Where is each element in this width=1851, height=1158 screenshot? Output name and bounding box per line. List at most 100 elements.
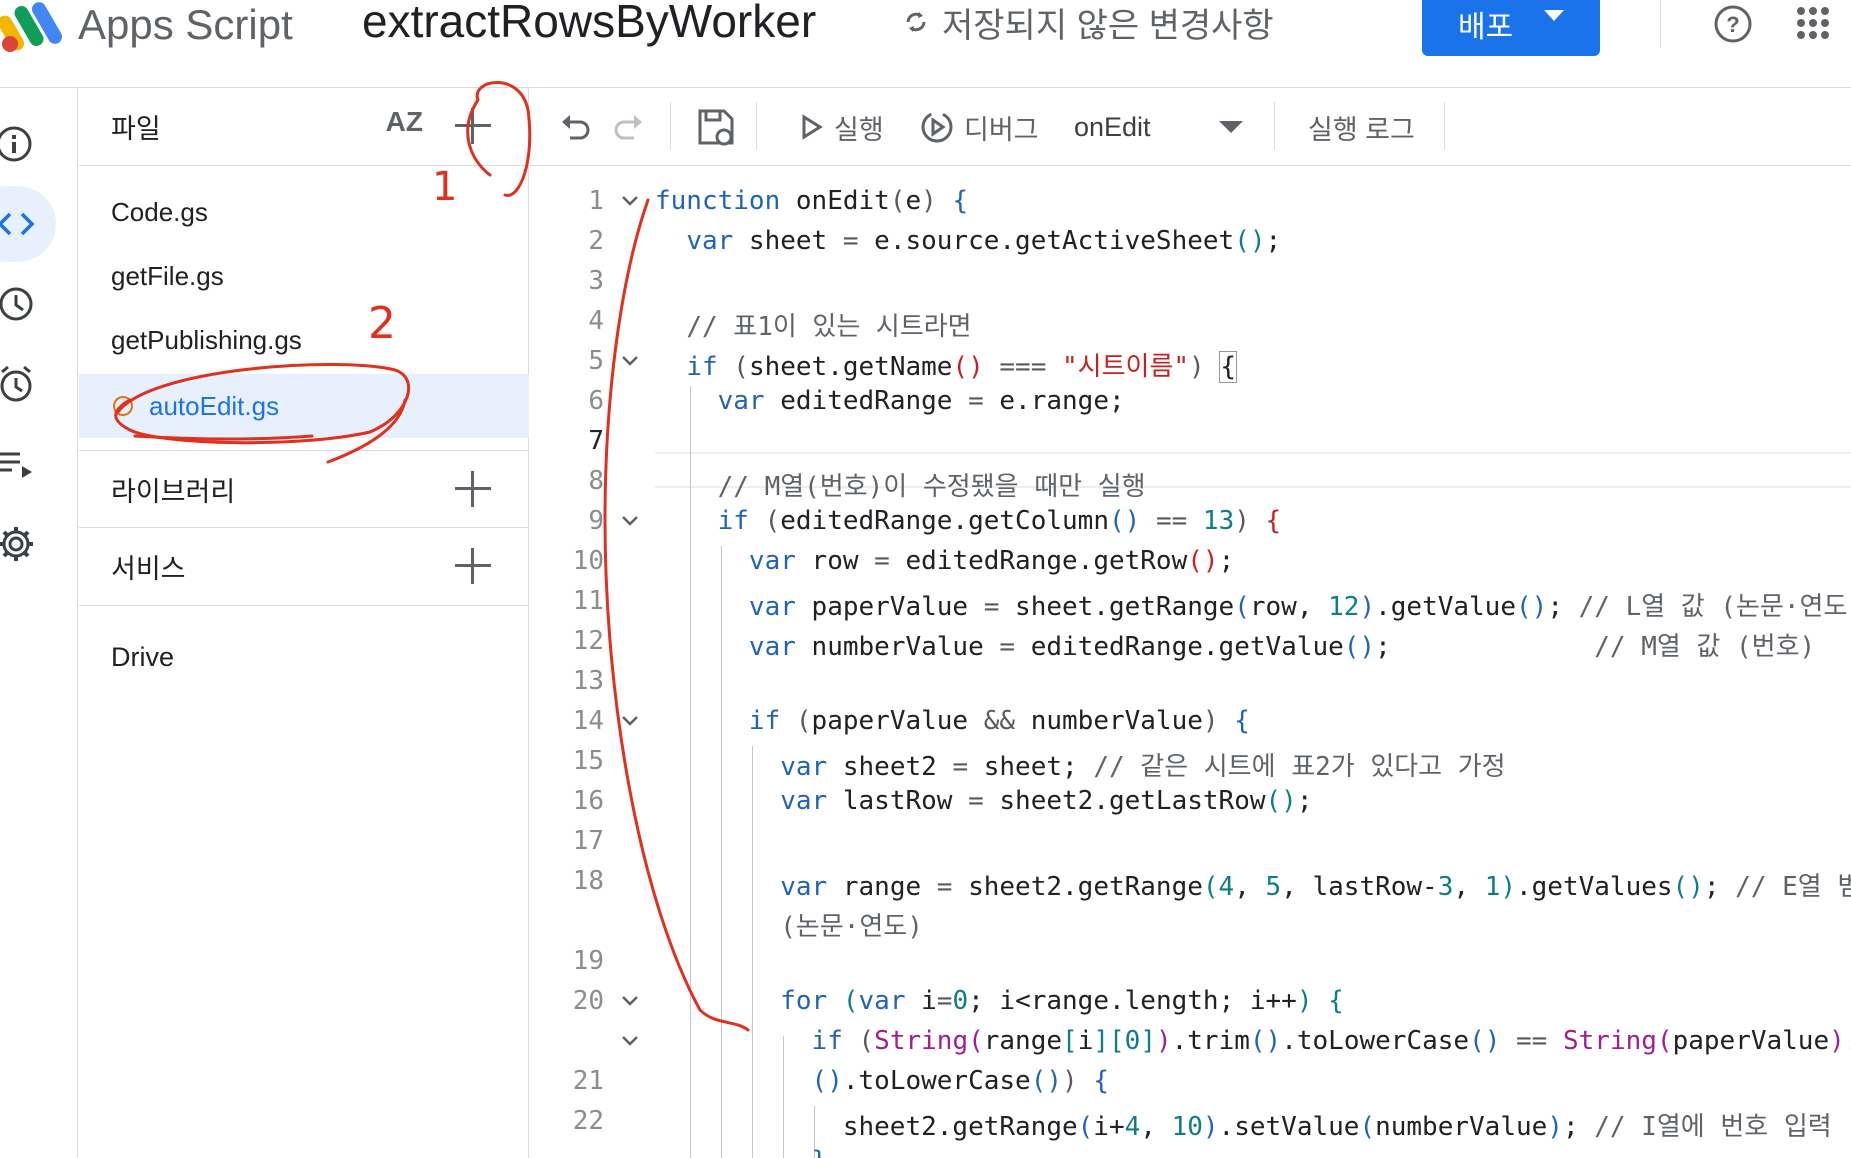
divider — [1274, 102, 1275, 150]
file-item[interactable]: Code.gs — [79, 180, 529, 244]
divider — [670, 102, 671, 150]
save-icon — [698, 109, 734, 146]
settings-icon[interactable] — [0, 524, 36, 564]
history-icon[interactable] — [0, 284, 36, 324]
code-line: if (editedRange.getColumn() == 13) { — [717, 506, 1282, 536]
line-number: 6 — [588, 386, 604, 416]
code-line: sheet2.getRange(i+4, 10).setValue(number… — [655, 1112, 1832, 1142]
apps-script-editor: Apps Script extractRowsByWorker 저장되지 않은 … — [0, 0, 1851, 1158]
redo-button[interactable] — [612, 88, 646, 166]
line-number: 14 — [572, 706, 604, 736]
execution-log-label: 실행 로그 — [1308, 114, 1415, 145]
line-number: 13 — [572, 666, 604, 696]
code-line: var sheet2 = sheet; // 같은 시트에 표2가 있다고 가정 — [780, 752, 1506, 782]
google-apps-icon[interactable] — [1796, 6, 1830, 40]
line-number: 10 — [572, 546, 604, 576]
code-line: // 표1이 있는 시트라면 — [686, 312, 972, 342]
file-item-active[interactable]: autoEdit.gs — [79, 374, 529, 438]
execution-log-button[interactable]: 실행 로그 — [1308, 88, 1415, 166]
line-number: 16 — [572, 786, 604, 816]
line-number: 7 — [588, 426, 604, 456]
drive-label: Drive — [111, 641, 175, 672]
chevron-down-icon[interactable] — [620, 991, 640, 1011]
files-title: 파일 — [111, 114, 161, 144]
line-number: 21 — [572, 1066, 604, 1096]
files-panel: 파일 AZ Code.gs getFile.gs getPublishing.g… — [79, 88, 529, 1158]
chevron-down-icon[interactable] — [620, 711, 640, 731]
svg-text:?: ? — [1726, 12, 1739, 37]
code-line: var lastRow = sheet2.getLastRow(); — [780, 786, 1313, 816]
divider — [1660, 0, 1661, 48]
help-icon[interactable]: ? — [1713, 4, 1753, 44]
apps-script-logo — [0, 2, 62, 52]
save-button[interactable] — [696, 88, 736, 166]
code-icon[interactable] — [0, 204, 36, 244]
divider — [756, 102, 757, 150]
redo-icon — [614, 115, 642, 140]
files-header: 파일 AZ — [79, 88, 529, 166]
libraries-label: 라이브러리 — [111, 476, 236, 507]
line-number: 2 — [588, 226, 604, 256]
file-item[interactable]: getFile.gs — [79, 244, 529, 308]
line-number: 18 — [572, 866, 604, 896]
code-line: var paperValue = sheet.getRange(row, 12)… — [748, 592, 1851, 622]
line-number: 22 — [572, 1106, 604, 1136]
undo-button[interactable] — [558, 88, 592, 166]
file-name: getPublishing.gs — [111, 324, 302, 355]
chevron-down-icon — [1218, 121, 1243, 133]
deploy-label: 배포 — [1458, 11, 1514, 44]
add-service-button[interactable] — [455, 548, 491, 584]
line-number: 17 — [572, 826, 604, 856]
code-line: var sheet = e.source.getActiveSheet(); — [686, 226, 1282, 256]
deploy-button[interactable]: 배포 — [1422, 0, 1600, 56]
project-title[interactable]: extractRowsByWorker — [362, 0, 816, 46]
info-icon[interactable] — [0, 124, 36, 164]
chevron-down-icon[interactable] — [620, 351, 640, 371]
code-editor[interactable]: 1 2 3 4 5 6 7 8 9 10 11 12 13 14 15 16 1… — [530, 166, 1851, 1158]
line-number: 15 — [572, 746, 604, 776]
line-number: 5 — [588, 346, 604, 376]
add-library-button[interactable] — [455, 471, 491, 507]
add-file-button[interactable] — [455, 108, 491, 144]
services-section: 서비스 — [79, 528, 529, 606]
chevron-down-icon[interactable] — [620, 191, 640, 211]
editor-toolbar: 실행 디버그 onEdit 실행 로그 — [530, 88, 1851, 166]
service-item-drive[interactable]: Drive — [79, 618, 529, 696]
code-line: (논문·연도) — [780, 912, 923, 942]
debug-button[interactable]: 디버그 — [920, 88, 1039, 166]
chevron-down-icon[interactable] — [620, 1031, 640, 1051]
save-status: 저장되지 않은 변경사항 — [900, 0, 1274, 45]
services-label: 서비스 — [111, 554, 186, 584]
divider — [1444, 102, 1445, 150]
run-label: 실행 — [834, 114, 884, 145]
alarm-icon[interactable] — [0, 364, 36, 404]
code-line: var row = editedRange.getRow(); — [748, 546, 1235, 576]
code-line: // M열(번호)이 수정됐을 때만 실행 — [717, 472, 1146, 502]
line-number: 8 — [588, 466, 604, 496]
executions-icon[interactable] — [0, 444, 36, 484]
code-line: } — [655, 1146, 828, 1158]
play-icon — [802, 114, 823, 140]
code-line: ().toLowerCase()) { — [811, 1066, 1109, 1096]
code-line: function onEdit(e) { — [655, 186, 969, 216]
code-line: var editedRange = e.range; — [717, 386, 1125, 416]
line-number: 12 — [572, 626, 604, 656]
run-button[interactable]: 실행 — [800, 88, 884, 166]
code-line: var range = sheet2.getRange(4, 5, lastRo… — [780, 872, 1851, 902]
line-number: 11 — [572, 586, 604, 616]
line-number: 4 — [588, 306, 604, 336]
function-select[interactable]: onEdit — [1074, 88, 1243, 166]
file-item[interactable]: getPublishing.gs — [79, 308, 529, 372]
line-number: 20 — [572, 986, 604, 1016]
top-bar: Apps Script extractRowsByWorker 저장되지 않은 … — [0, 0, 1851, 88]
debug-label: 디버그 — [964, 114, 1039, 145]
line-number: 3 — [588, 266, 604, 296]
sort-az-icon[interactable]: AZ — [386, 106, 423, 138]
chevron-down-icon[interactable] — [620, 511, 640, 531]
line-number: 1 — [588, 186, 604, 216]
undo-icon — [562, 115, 590, 140]
file-name: getFile.gs — [111, 260, 224, 291]
code-area[interactable]: function onEdit(e) { var sheet = e.sourc… — [655, 166, 1851, 1158]
save-status-text: 저장되지 않은 변경사항 — [942, 6, 1274, 45]
unsaved-dot-icon — [113, 396, 133, 416]
